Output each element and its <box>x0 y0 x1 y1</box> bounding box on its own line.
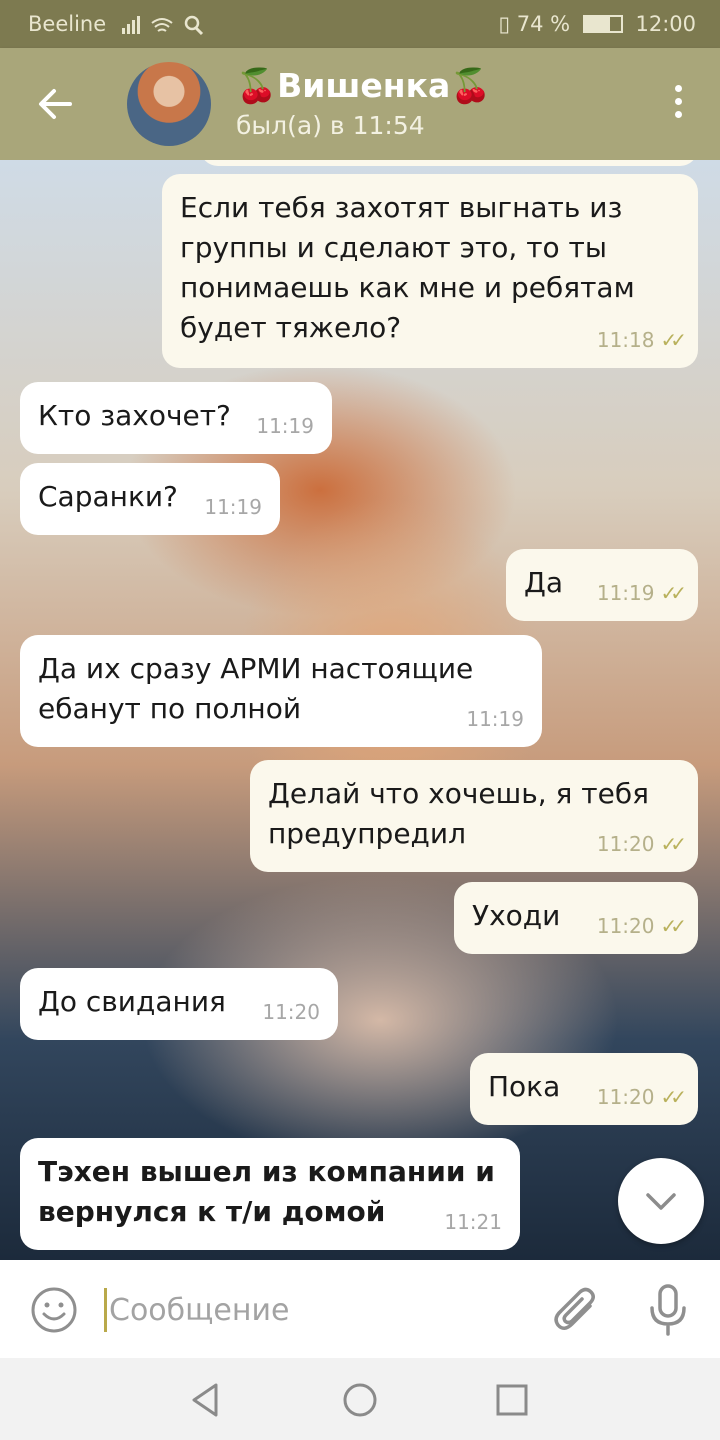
more-options-icon[interactable] <box>668 82 688 126</box>
battery-icon <box>582 15 623 33</box>
status-bar: Beeline ▯ 74 % 12:00 <box>0 0 720 48</box>
message-bubble-outgoing[interactable]: Пока 11:20 ✓✓ <box>470 1053 698 1125</box>
message-time: 11:20 <box>596 1085 655 1109</box>
last-seen-status: был(а) в 11:54 <box>236 111 425 140</box>
message-text: Делай что хочешь, я тебя предупредил <box>268 777 649 850</box>
message-meta: 11:18 ✓✓ <box>596 320 687 360</box>
avatar[interactable] <box>127 62 211 146</box>
message-bubble-incoming[interactable]: Тэхен вышел из компании и вернулся к т/и… <box>20 1138 520 1250</box>
double-check-icon: ✓✓ <box>660 328 686 352</box>
message-bubble-outgoing[interactable]: Если тебя захотят выгнать из группы и сд… <box>162 174 698 368</box>
paperclip-icon[interactable] <box>552 1284 600 1336</box>
emoji-icon[interactable] <box>30 1286 78 1334</box>
status-right: ▯ 74 % 12:00 <box>498 12 696 36</box>
message-time: 11:20 <box>596 914 655 938</box>
message-text: Пока <box>488 1070 561 1103</box>
partial-message-bubble <box>200 160 698 166</box>
carrier-name: Beeline <box>28 12 107 36</box>
double-check-icon: ✓✓ <box>660 1085 686 1109</box>
message-bubble-outgoing[interactable]: Делай что хочешь, я тебя предупредил 11:… <box>250 760 698 872</box>
message-time: 11:20 <box>596 832 655 856</box>
scroll-to-bottom-button[interactable] <box>618 1158 704 1244</box>
message-meta: 11:20 ✓✓ <box>596 824 687 864</box>
message-text: Да их сразу АРМИ настоящие ебанут по пол… <box>38 652 474 725</box>
chat-background: Если тебя захотят выгнать из группы и сд… <box>0 160 720 1260</box>
message-meta: 11:20 ✓✓ <box>596 1077 687 1117</box>
message-bubble-incoming[interactable]: Саранки? 11:19 <box>20 463 280 535</box>
message-bubble-outgoing[interactable]: Уходи 11:20 ✓✓ <box>454 882 698 954</box>
message-time: 11:19 <box>466 707 524 731</box>
message-bubble-incoming[interactable]: Кто захочет? 11:19 <box>20 382 332 454</box>
system-nav-bar <box>0 1358 720 1440</box>
recents-square-icon[interactable] <box>492 1380 532 1420</box>
message-text: Уходи <box>472 899 561 932</box>
clock: 12:00 <box>635 12 696 36</box>
message-meta: 11:19 ✓✓ <box>596 573 687 613</box>
chevron-down-icon <box>646 1193 676 1210</box>
message-meta: 11:20 ✓✓ <box>596 906 687 946</box>
back-triangle-icon[interactable] <box>186 1380 226 1420</box>
message-time: 11:20 <box>262 1000 320 1024</box>
message-text: Если тебя захотят выгнать из группы и сд… <box>180 191 635 344</box>
message-text: Саранки? <box>38 480 178 513</box>
message-text: Кто захочет? <box>38 399 231 432</box>
contact-name[interactable]: 🍒Вишенка🍒 <box>236 66 491 106</box>
chat-header: 🍒Вишенка🍒 был(а) в 11:54 <box>0 48 720 160</box>
double-check-icon: ✓✓ <box>660 914 686 938</box>
message-time: 11:18 <box>596 328 655 352</box>
message-time: 11:21 <box>444 1210 502 1234</box>
message-bubble-incoming[interactable]: До свидания 11:20 <box>20 968 338 1040</box>
message-time: 11:19 <box>596 581 655 605</box>
message-text: Тэхен вышел из компании и вернулся к т/и… <box>38 1155 495 1228</box>
double-check-icon: ✓✓ <box>660 832 686 856</box>
message-text: Да <box>524 566 564 599</box>
message-composer <box>0 1260 720 1358</box>
message-time: 11:19 <box>256 414 314 438</box>
message-bubble-incoming[interactable]: Да их сразу АРМИ настоящие ебанут по пол… <box>20 635 542 747</box>
message-time: 11:19 <box>204 495 262 519</box>
back-arrow-icon[interactable] <box>30 78 82 130</box>
microphone-icon[interactable] <box>646 1282 690 1338</box>
message-bubble-outgoing[interactable]: Да 11:19 ✓✓ <box>506 549 698 621</box>
battery-percent: 74 % <box>516 12 571 36</box>
home-circle-icon[interactable] <box>340 1380 380 1420</box>
double-check-icon: ✓✓ <box>660 581 686 605</box>
vibrate-icon: ▯ <box>498 12 511 36</box>
signal-wifi-search-icons <box>122 15 204 36</box>
message-input[interactable] <box>104 1288 524 1332</box>
message-text: До свидания <box>38 985 226 1018</box>
